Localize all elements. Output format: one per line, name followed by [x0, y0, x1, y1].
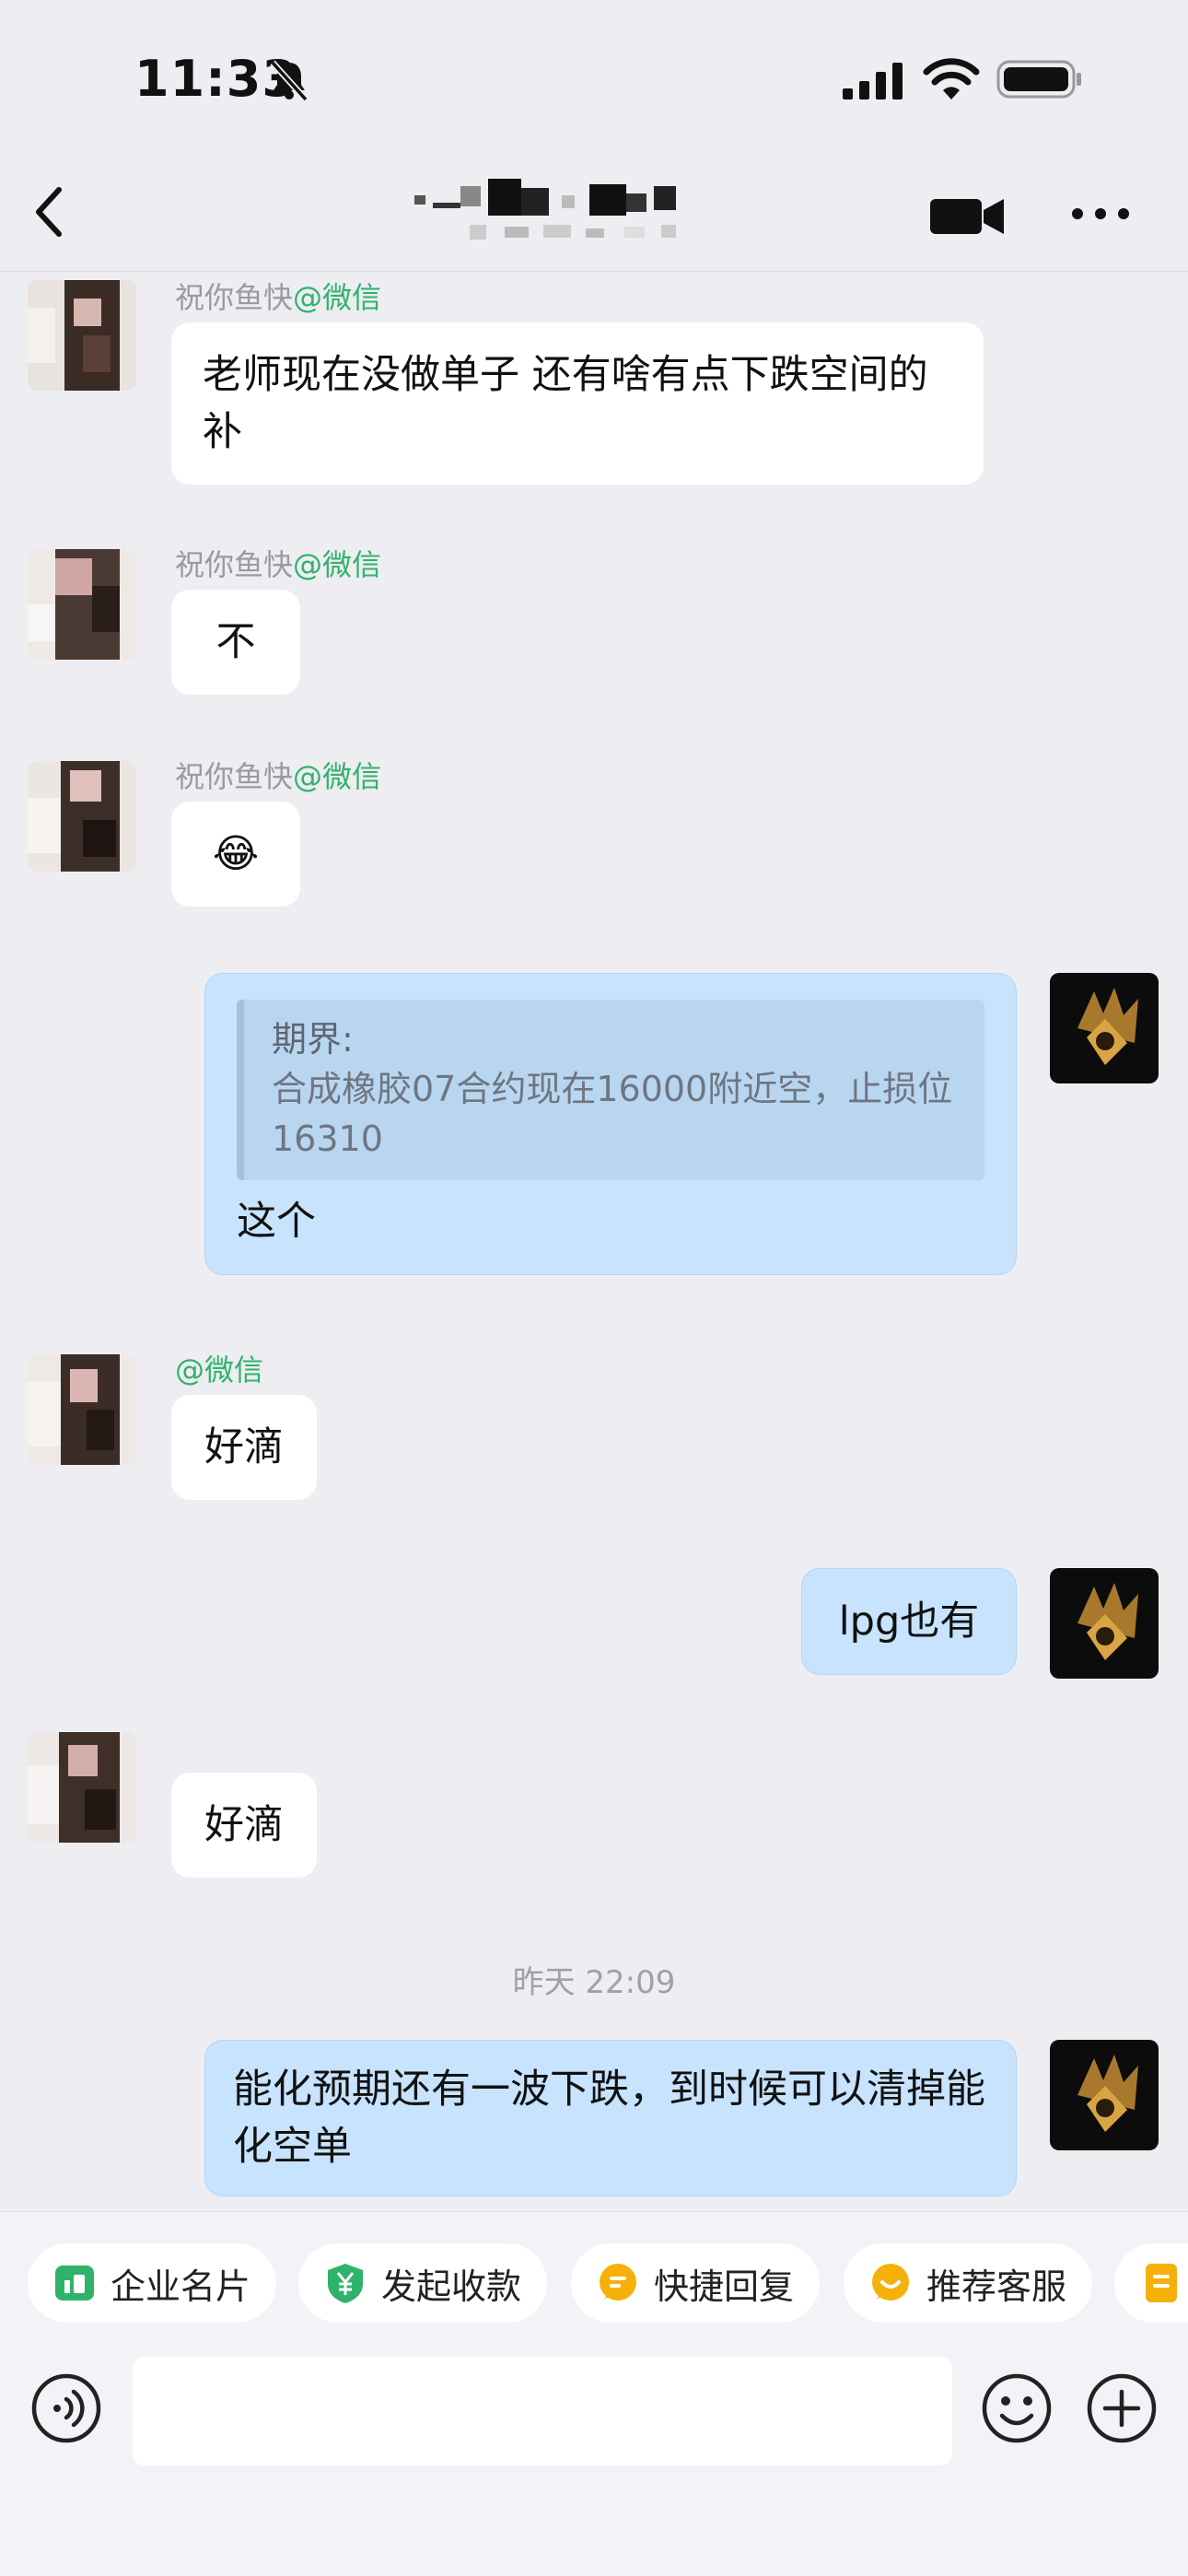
- message-bubble[interactable]: 😂: [171, 802, 300, 907]
- cellular-signal-icon: [843, 63, 903, 100]
- plus-icon[interactable]: [1085, 2371, 1159, 2445]
- sender-name: 祝你鱼快@微信: [175, 759, 382, 794]
- voice-input-icon[interactable]: [29, 2371, 103, 2445]
- back-chevron-icon[interactable]: [28, 182, 74, 241]
- contact-avatar[interactable]: [28, 1354, 136, 1465]
- message-bubble[interactable]: lpg也有: [801, 1568, 1017, 1675]
- message-bubble[interactable]: 期界: 合成橡胶07合约现在16000附近空，止损位16310 这个: [204, 973, 1017, 1275]
- laughing-emoji: 😂: [212, 831, 260, 877]
- more-options-icon[interactable]: [1068, 195, 1133, 232]
- quote-text: 合成橡胶07合约现在16000附近空，止损位16310: [272, 1069, 953, 1159]
- message-bubble[interactable]: 好滴: [171, 1395, 317, 1500]
- my-avatar[interactable]: [1050, 1568, 1159, 1679]
- chat-title-redacted: [414, 179, 676, 240]
- contact-avatar[interactable]: [28, 280, 136, 391]
- battery-icon: [996, 60, 1081, 99]
- my-avatar[interactable]: [1050, 2040, 1159, 2150]
- status-bar: 11:33: [0, 0, 1188, 157]
- bell-muted-icon: [270, 60, 309, 101]
- request-payment-button[interactable]: 发起收款: [298, 2243, 547, 2323]
- emoji-icon[interactable]: [980, 2371, 1054, 2445]
- message-input-bar: [0, 2349, 1188, 2576]
- quick-reply-button[interactable]: 快捷回复: [571, 2243, 820, 2323]
- reply-bubble-icon: [600, 2264, 636, 2301]
- chip-label: 发起收款: [381, 2266, 522, 2307]
- sender-name: @微信: [175, 1352, 264, 1388]
- message-bubble[interactable]: 好滴: [171, 1773, 317, 1878]
- contact-avatar[interactable]: [28, 549, 136, 660]
- chip-label: 企业名片: [111, 2266, 251, 2307]
- service-bubble-icon: [872, 2264, 909, 2301]
- message-text-input[interactable]: [133, 2357, 952, 2465]
- quick-actions-bar: 企业名片 发起收款 快捷回复 推荐客服: [0, 2211, 1188, 2349]
- recommend-service-button[interactable]: 推荐客服: [844, 2243, 1092, 2323]
- contact-avatar[interactable]: [28, 761, 136, 872]
- message-text: 这个: [237, 1199, 316, 1245]
- id-card-icon: [55, 2266, 94, 2301]
- sender-name: 祝你鱼快@微信: [175, 280, 382, 315]
- chip-label: 推荐客服: [926, 2266, 1067, 2307]
- more-quick-action-button[interactable]: [1114, 2243, 1188, 2323]
- wifi-icon: [923, 58, 980, 100]
- nav-bar: [0, 157, 1188, 272]
- message-bubble[interactable]: 不: [171, 590, 300, 695]
- document-icon: [1146, 2264, 1177, 2302]
- quote-author: 期界:: [272, 1019, 354, 1060]
- time-divider: 昨天 22:09: [512, 1964, 676, 2001]
- contact-avatar[interactable]: [28, 1732, 136, 1843]
- quoted-message[interactable]: 期界: 合成橡胶07合约现在16000附近空，止损位16310: [237, 1000, 984, 1180]
- chip-label: 快捷回复: [654, 2266, 795, 2307]
- video-call-icon[interactable]: [928, 193, 1006, 240]
- chat-message-list[interactable]: 祝你鱼快@微信 老师现在没做单子 还有啥有点下跌空间的补 祝你鱼快@微信 不 祝…: [0, 273, 1188, 2211]
- my-avatar[interactable]: [1050, 973, 1159, 1083]
- message-bubble[interactable]: 老师现在没做单子 还有啥有点下跌空间的补: [171, 322, 984, 485]
- yuan-shield-icon: [328, 2264, 363, 2303]
- message-bubble[interactable]: 能化预期还有一波下跌，到时候可以清掉能化空单: [204, 2040, 1017, 2196]
- sender-name: 祝你鱼快@微信: [175, 547, 382, 582]
- business-card-button[interactable]: 企业名片: [28, 2243, 276, 2323]
